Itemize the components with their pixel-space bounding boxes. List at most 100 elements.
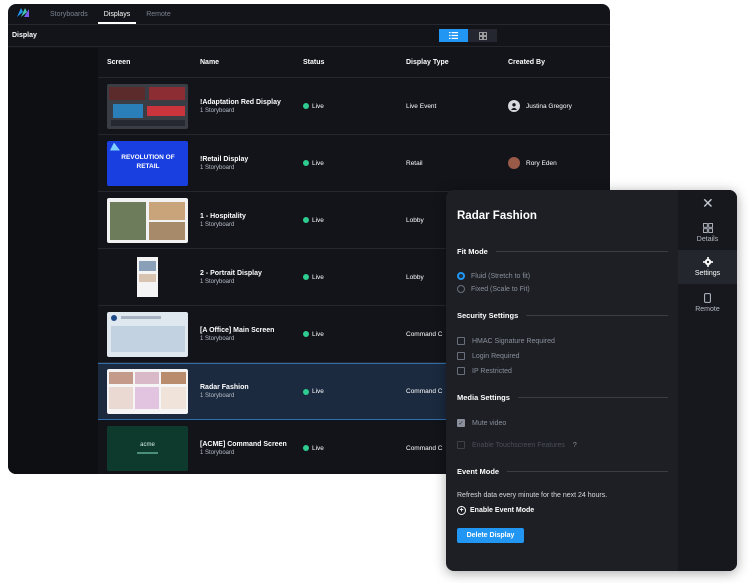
panel-rail: Details Settings Remote — [678, 190, 737, 571]
view-toggle — [439, 29, 497, 42]
display-type: Retail — [406, 159, 423, 167]
grid-view-button[interactable] — [468, 29, 497, 42]
thumbnail-text: REVOLUTION OF RETAIL — [121, 153, 175, 170]
live-dot-icon — [303, 445, 309, 451]
status-text: Live — [312, 159, 324, 167]
rail-settings[interactable]: Settings — [678, 250, 737, 284]
col-name[interactable]: Name — [200, 59, 303, 66]
storyboard-count: 1 Storyboard — [200, 335, 235, 342]
screen-thumbnail — [107, 83, 188, 129]
app-logo-icon — [16, 5, 30, 19]
tab-displays[interactable]: Displays — [97, 11, 137, 24]
display-type: Live Event — [406, 102, 437, 110]
col-created-by[interactable]: Created By — [508, 59, 608, 66]
rail-label: Details — [696, 236, 719, 243]
screen-thumbnail — [107, 311, 188, 357]
status-text: Live — [312, 216, 324, 224]
storyboard-count: 1 Storyboard — [200, 107, 235, 114]
status-badge: Live — [303, 331, 406, 338]
live-dot-icon — [303, 103, 309, 109]
list-view-button[interactable] — [439, 29, 468, 42]
creator: Justina Gregory — [508, 100, 608, 112]
screen-thumbnail: acme — [107, 425, 188, 471]
status-badge: Live — [303, 274, 406, 281]
page-title: Display — [12, 32, 37, 39]
ip-restricted-checkbox[interactable]: IP Restricted — [457, 367, 512, 375]
checkbox-icon — [457, 352, 465, 360]
status-badge: Live — [303, 103, 406, 110]
fit-fixed-radio[interactable]: Fixed (Scale to Fit) — [457, 285, 530, 293]
rail-label: Settings — [694, 270, 721, 277]
grid-icon — [478, 31, 487, 40]
login-required-checkbox[interactable]: Login Required — [457, 352, 519, 360]
sub-header: Display — [8, 25, 610, 47]
screen-thumbnail — [107, 255, 188, 300]
thumbnail-text: acme — [140, 441, 155, 448]
live-dot-icon — [303, 331, 309, 337]
col-status[interactable]: Status — [303, 59, 406, 66]
help-icon[interactable]: ? — [573, 442, 577, 449]
radio-selected-icon — [457, 272, 465, 280]
col-display-type[interactable]: Display Type — [406, 59, 508, 66]
display-settings-panel: Radar Fashion Fit Mode Fluid (Stretch to… — [446, 190, 737, 571]
fit-fluid-radio[interactable]: Fluid (Stretch to fit) — [457, 272, 530, 280]
panel-body: Radar Fashion Fit Mode Fluid (Stretch to… — [446, 190, 678, 571]
close-icon[interactable]: ✕ — [702, 195, 714, 212]
storyboard-count: 1 Storyboard — [200, 449, 235, 456]
table-row[interactable]: REVOLUTION OF RETAIL !Retail Display 1 St… — [98, 135, 610, 192]
screen-thumbnail — [107, 369, 188, 414]
grid-icon — [702, 223, 713, 233]
display-name[interactable]: !Retail Display — [200, 156, 303, 163]
delete-display-button[interactable]: Delete Display — [457, 528, 524, 543]
live-dot-icon — [303, 388, 309, 395]
checkbox-icon — [457, 441, 465, 449]
storyboard-count: 1 Storyboard — [200, 164, 235, 171]
col-screen[interactable]: Screen — [98, 59, 200, 66]
status-text: Live — [312, 330, 324, 338]
status-badge: Live — [303, 217, 406, 224]
live-dot-icon — [303, 217, 309, 223]
screen-thumbnail: REVOLUTION OF RETAIL — [107, 140, 188, 186]
status-text: Live — [312, 102, 324, 110]
table-row[interactable]: !Adaptation Red Display 1 Storyboard Live… — [98, 78, 610, 135]
table-header: Screen Name Status Display Type Created … — [98, 48, 610, 78]
checkbox-icon — [457, 367, 465, 375]
status-text: Live — [312, 388, 324, 395]
creator-name: Rory Eden — [526, 159, 557, 167]
display-name[interactable]: [ACME] Command Screen — [200, 441, 303, 448]
display-name[interactable]: Radar Fashion — [200, 384, 303, 391]
checkbox-checked-icon: ✓ — [457, 419, 465, 427]
avatar — [508, 157, 520, 169]
phone-icon — [704, 293, 711, 303]
media-settings-heading: Media Settings — [457, 393, 668, 402]
status-badge: Live — [303, 445, 406, 452]
fit-mode-heading: Fit Mode — [457, 247, 668, 256]
tab-storyboards[interactable]: Storyboards — [44, 11, 94, 24]
live-dot-icon — [303, 160, 309, 166]
display-name[interactable]: !Adaptation Red Display — [200, 99, 303, 106]
avatar — [508, 100, 520, 112]
display-name[interactable]: 2 - Portrait Display — [200, 270, 303, 277]
rail-remote[interactable]: Remote — [678, 288, 737, 318]
status-text: Live — [312, 273, 324, 281]
panel-title: Radar Fashion — [457, 210, 537, 222]
touchscreen-checkbox: Enable Touchscreen Features? — [457, 441, 577, 449]
rail-details[interactable]: Details — [678, 218, 737, 248]
status-badge: Live — [303, 160, 406, 167]
radio-icon — [457, 285, 465, 293]
status-badge: Live — [303, 388, 406, 395]
event-mode-heading: Event Mode — [457, 467, 668, 476]
gear-icon — [702, 257, 713, 267]
screen-thumbnail — [107, 197, 188, 243]
enable-event-mode-link[interactable]: + Enable Event Mode — [457, 506, 534, 515]
top-nav: Storyboards Displays Remote — [8, 4, 610, 25]
display-name[interactable]: [A Office] Main Screen — [200, 327, 303, 334]
list-icon — [449, 32, 458, 39]
hmac-checkbox[interactable]: HMAC Signature Required — [457, 337, 555, 345]
display-name[interactable]: 1 - Hospitality — [200, 213, 303, 220]
storyboard-count: 1 Storyboard — [200, 393, 235, 399]
tab-remote[interactable]: Remote — [140, 11, 177, 24]
creator: Rory Eden — [508, 157, 608, 169]
checkbox-icon — [457, 337, 465, 345]
mute-video-checkbox[interactable]: ✓ Mute video — [457, 419, 506, 427]
